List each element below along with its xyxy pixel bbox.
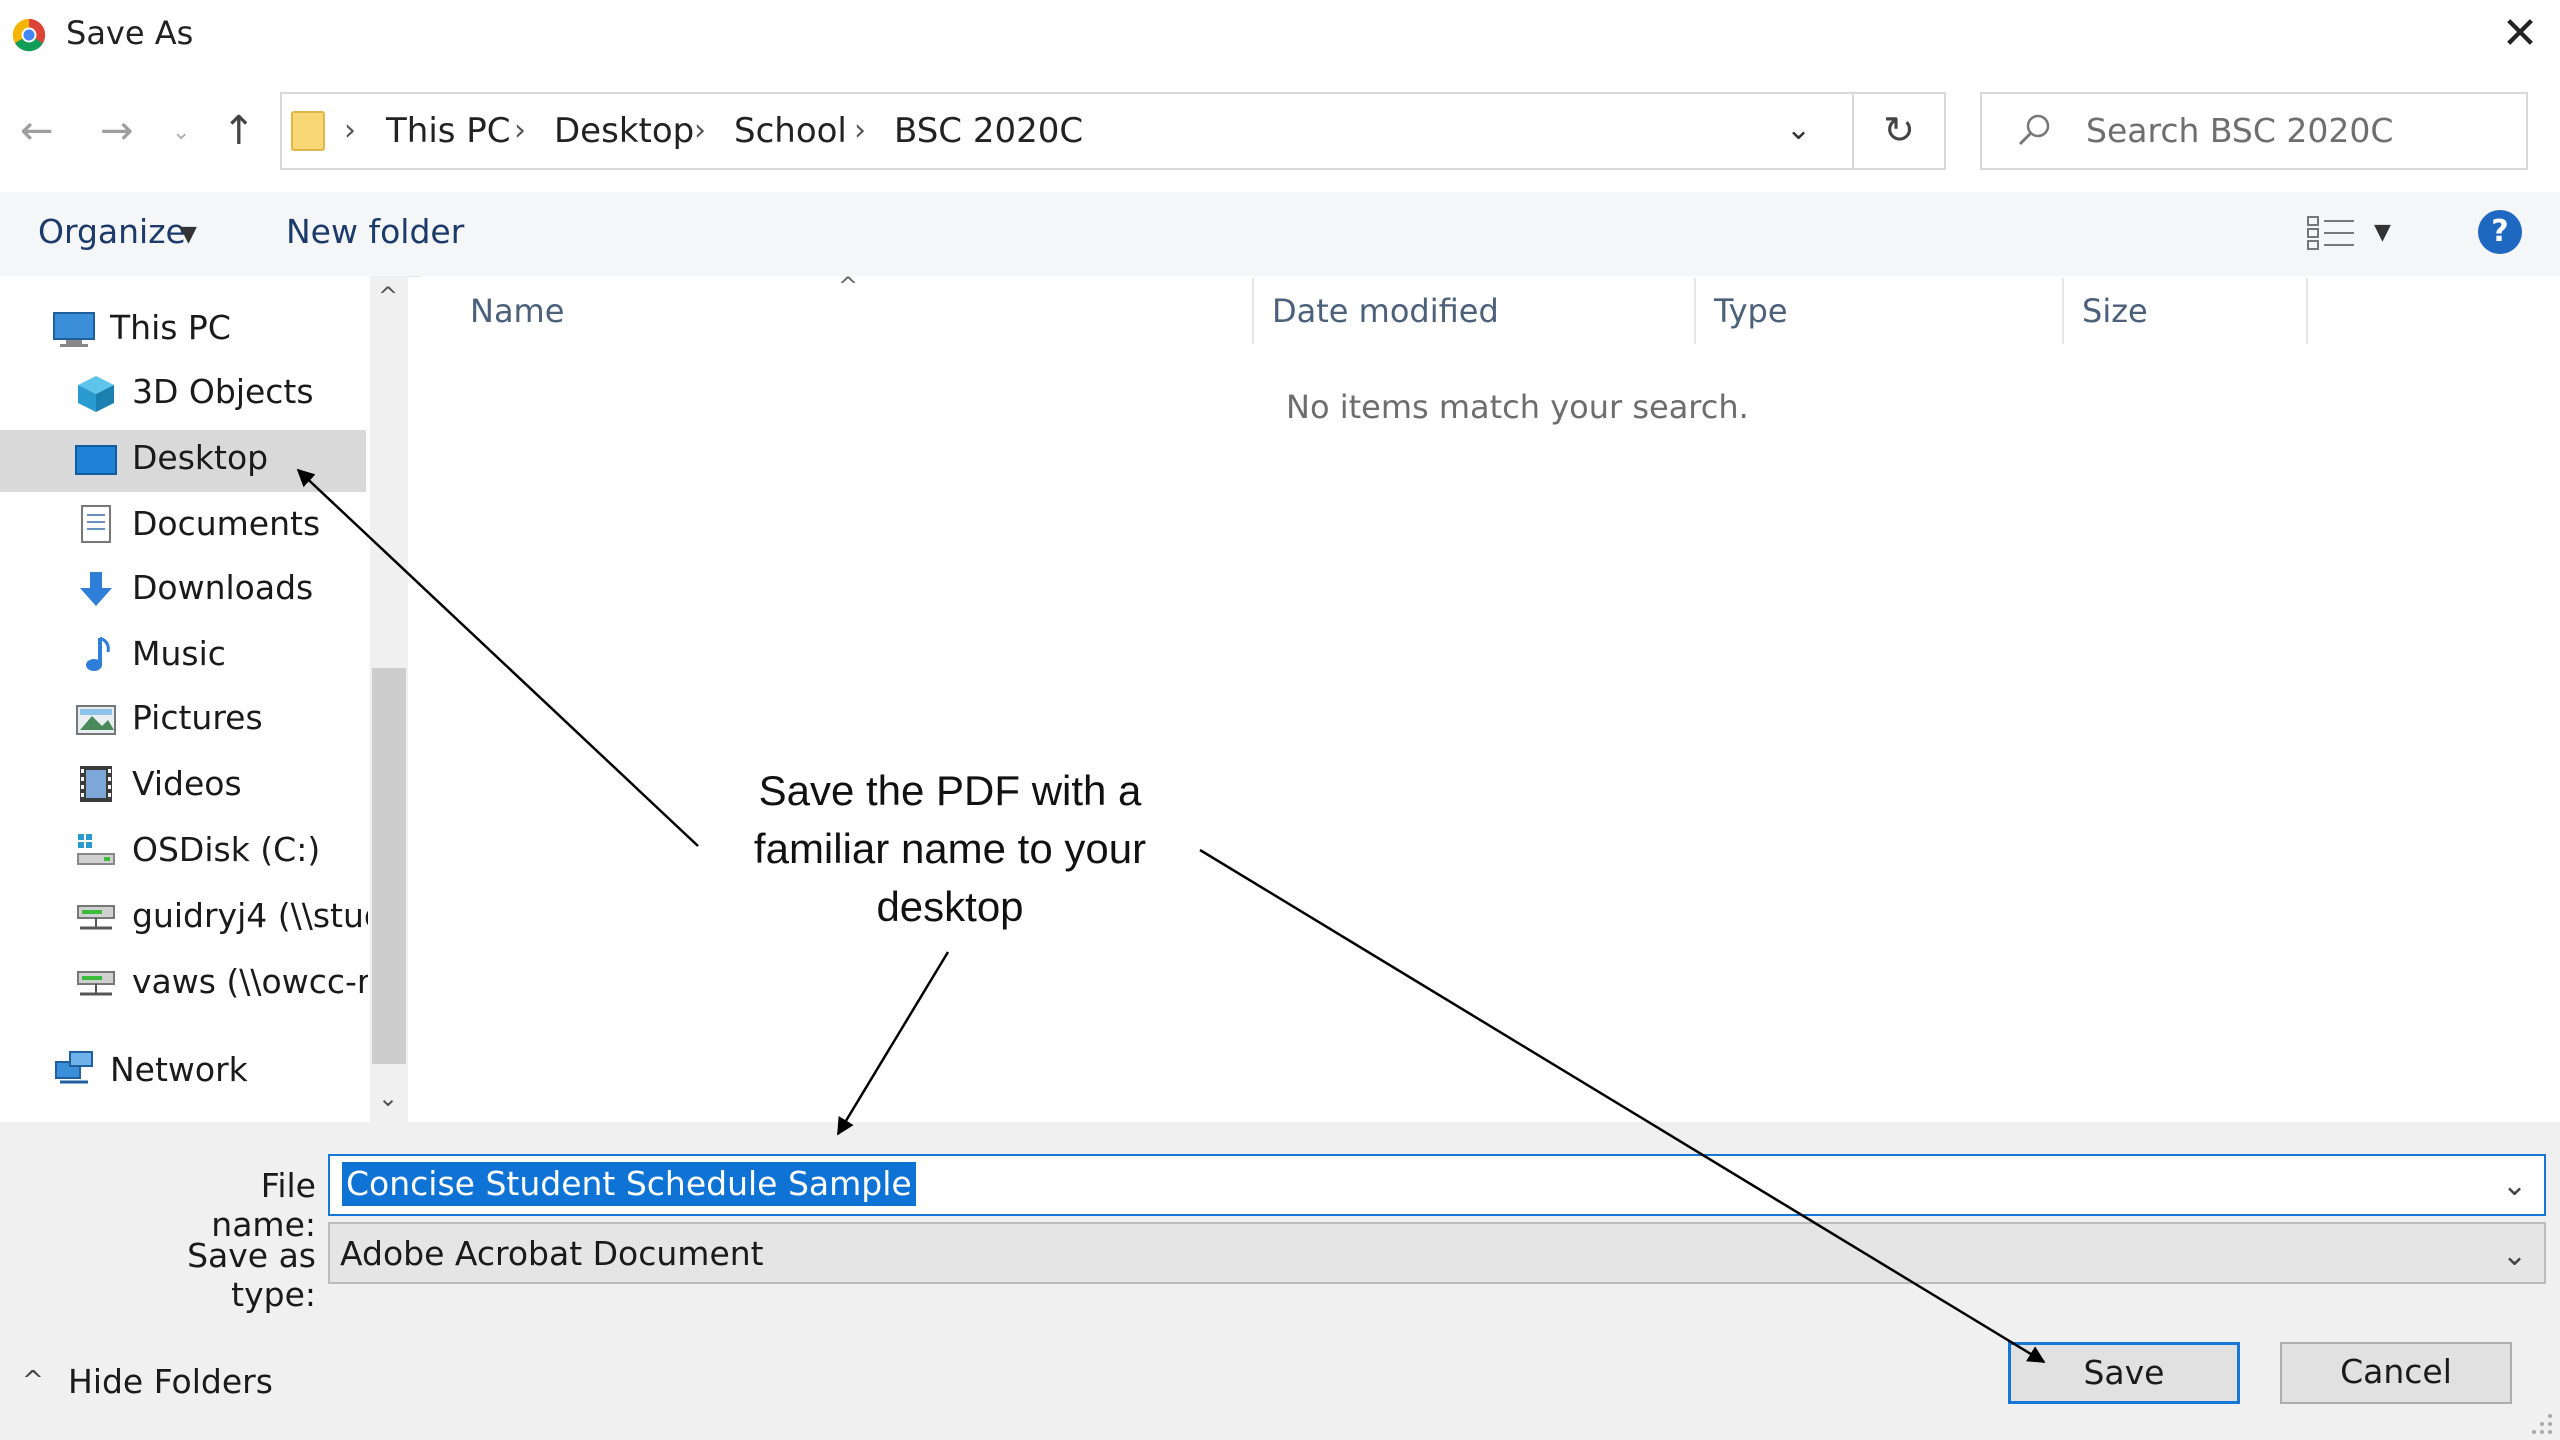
title-bar	[0, 0, 2560, 72]
video-icon	[80, 766, 112, 802]
file-name-input-value[interactable]: Concise Student Schedule Sample	[342, 1162, 916, 1206]
column-divider[interactable]	[2062, 278, 2064, 344]
annotation-line: Save the PDF with a	[758, 767, 1142, 814]
column-header-date-modified[interactable]: Date modified	[1272, 292, 1499, 330]
cancel-button[interactable]: Cancel	[2280, 1342, 2512, 1404]
annotation-line: desktop	[876, 883, 1024, 930]
help-button[interactable]: ?	[2478, 210, 2522, 254]
view-options-icon[interactable]	[2306, 214, 2358, 252]
resize-grip-icon[interactable]	[2526, 1408, 2554, 1436]
document-icon	[81, 505, 111, 543]
nav-label-desktop: Desktop	[132, 438, 269, 477]
nav-label-downloads: Downloads	[132, 568, 314, 607]
breadcrumb-school[interactable]: School	[734, 111, 847, 151]
column-header-type[interactable]: Type	[1714, 292, 1788, 330]
pictures-icon	[76, 705, 116, 735]
refresh-button[interactable]: ↻	[1854, 92, 1946, 170]
network-drive-icon	[77, 905, 115, 930]
close-button[interactable]: ✕	[2490, 12, 2550, 60]
nav-label-this-pc: This PC	[110, 308, 231, 347]
chevron-up-icon[interactable]: ^	[22, 1366, 44, 1396]
breadcrumb-separator: ›	[344, 113, 356, 148]
column-divider[interactable]	[1252, 278, 1254, 344]
computer-icon	[53, 312, 95, 347]
breadcrumb-desktop[interactable]: Desktop	[554, 111, 694, 151]
annotation-line: familiar name to your	[753, 825, 1147, 872]
back-button[interactable]: ←	[20, 108, 54, 154]
search-input[interactable]	[2086, 100, 2516, 160]
nav-label-osdisk: OSDisk (C:)	[132, 830, 321, 869]
network-drive-icon	[77, 971, 115, 996]
up-button[interactable]: ↑	[222, 108, 256, 154]
folder-icon	[291, 111, 325, 151]
caret-down-icon[interactable]: ▼	[180, 222, 197, 247]
annotation-callout: Save the PDF with a familiar name to you…	[700, 762, 1200, 936]
music-icon	[86, 636, 110, 671]
new-folder-button[interactable]: New folder	[286, 212, 464, 251]
column-header-name[interactable]: Name	[470, 292, 564, 330]
column-header-size[interactable]: Size	[2082, 292, 2148, 330]
nav-label-music: Music	[132, 634, 226, 673]
drive-icon	[77, 834, 115, 865]
scrollbar-thumb[interactable]	[372, 668, 406, 1064]
nav-label-guidryj4: guidryj4 (\\stude	[132, 896, 368, 935]
view-dropdown-icon[interactable]: ▼	[2374, 220, 2391, 245]
chrome-icon	[12, 18, 46, 52]
column-divider[interactable]	[2306, 278, 2308, 344]
organize-button[interactable]: Organize	[38, 212, 186, 251]
recent-locations-button[interactable]: ⌄	[172, 120, 190, 145]
save-as-type-value[interactable]: Adobe Acrobat Document	[340, 1234, 764, 1273]
scroll-up-arrow[interactable]: ^	[378, 282, 398, 310]
breadcrumb-separator: ›	[854, 113, 866, 148]
download-icon	[80, 572, 112, 606]
breadcrumb-separator: ›	[694, 113, 706, 148]
forward-button[interactable]: →	[100, 108, 134, 154]
desktop-icon	[75, 445, 117, 475]
nav-label-network: Network	[110, 1050, 248, 1089]
network-icon	[55, 1051, 93, 1084]
cube-icon	[78, 376, 114, 412]
address-dropdown-button[interactable]: ⌄	[1786, 112, 1811, 147]
save-button[interactable]: Save	[2008, 1342, 2240, 1404]
scroll-down-arrow[interactable]: ⌄	[378, 1084, 398, 1112]
file-name-dropdown-button[interactable]: ⌄	[2502, 1168, 2527, 1203]
save-as-type-dropdown-icon[interactable]: ⌄	[2502, 1238, 2527, 1273]
breadcrumb-separator: ›	[514, 113, 526, 148]
nav-label-3d-objects: 3D Objects	[132, 372, 314, 411]
window-title: Save As	[66, 14, 194, 52]
search-icon	[2018, 114, 2050, 146]
nav-label-pictures: Pictures	[132, 698, 263, 737]
nav-label-videos: Videos	[132, 764, 242, 803]
file-name-label: File name:	[211, 1166, 316, 1244]
hide-folders-button[interactable]: Hide Folders	[68, 1362, 273, 1401]
breadcrumb-bsc-2020c[interactable]: BSC 2020C	[894, 111, 1083, 151]
breadcrumb-this-pc[interactable]: This PC	[386, 111, 511, 151]
empty-list-message: No items match your search.	[1286, 388, 1749, 426]
nav-label-documents: Documents	[132, 504, 321, 543]
save-as-type-label: Save as type:	[187, 1236, 316, 1314]
nav-label-vaws: vaws (\\owcc-r-	[132, 962, 368, 1001]
sort-ascending-icon: ^	[838, 272, 859, 300]
column-divider[interactable]	[1694, 278, 1696, 344]
